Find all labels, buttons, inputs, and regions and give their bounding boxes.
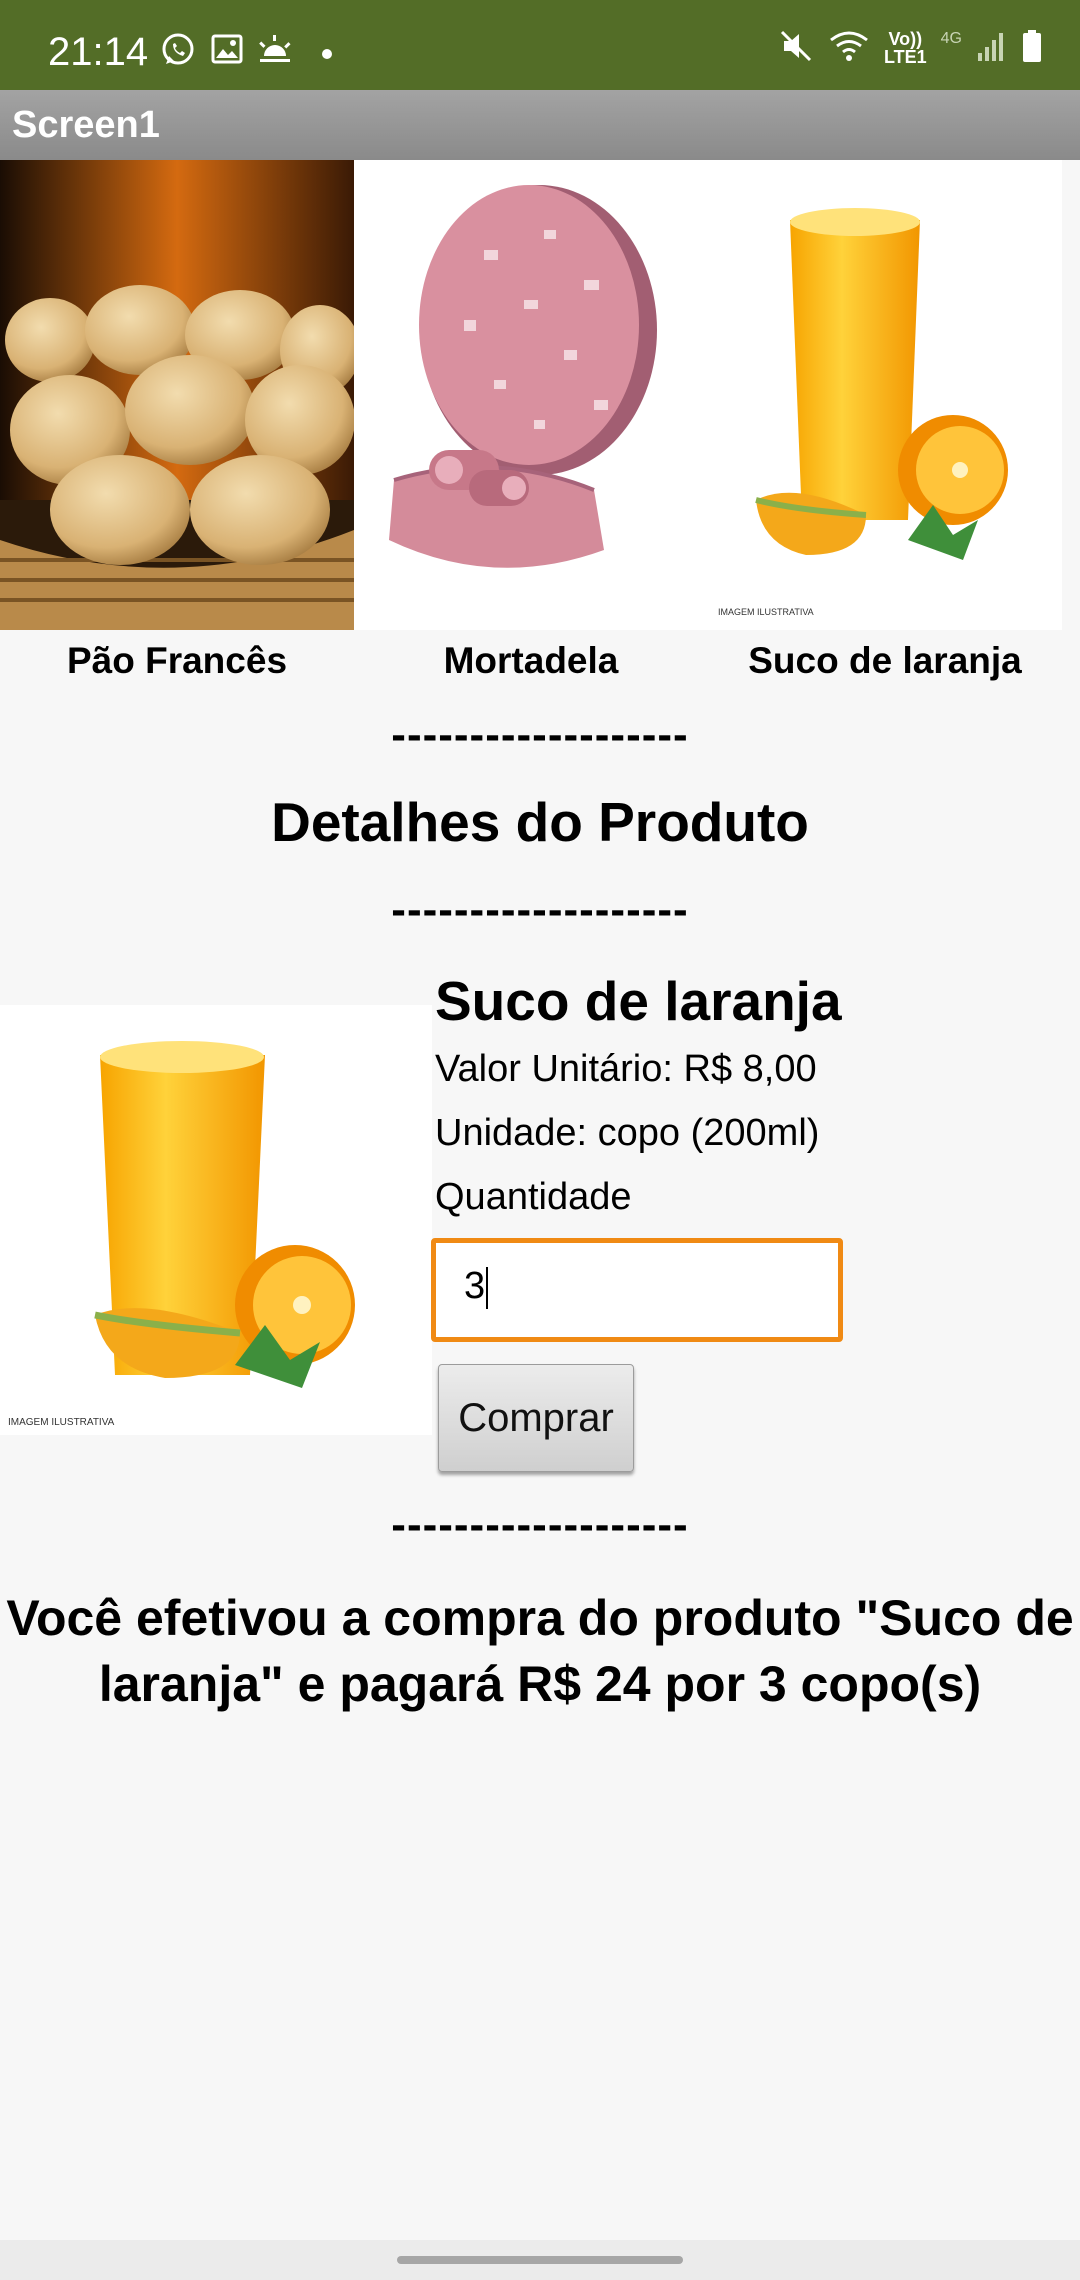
home-gesture-handle[interactable] — [397, 2256, 683, 2264]
network-label: Vo)) LTE1 — [883, 29, 927, 67]
dot-icon — [322, 46, 332, 64]
status-bar: 21:14 Vo)) LTE1 4G — [0, 0, 1080, 90]
mute-icon — [778, 28, 814, 69]
text-cursor — [486, 1266, 489, 1309]
product-name-suco: Suco de laranja — [748, 640, 1022, 681]
separator-bottom: ------------------- — [391, 1500, 689, 1549]
status-time: 21:14 — [48, 30, 149, 74]
section-title: Detalhes do Produto — [271, 791, 809, 853]
signal-icon — [976, 29, 1006, 68]
wifi-icon — [828, 28, 870, 69]
detail-unit-price: Valor Unitário: R$ 8,00 — [435, 1048, 817, 1090]
orange-juice-image[interactable]: IMAGEM ILUSTRATIVA — [708, 160, 1062, 630]
whatsapp-icon — [160, 32, 196, 73]
quantity-input[interactable]: 3 — [431, 1238, 843, 1342]
separator-top: ------------------- — [391, 710, 689, 759]
separator-middle: ------------------- — [391, 885, 689, 934]
bread-image[interactable] — [0, 160, 354, 630]
screen-title: Screen1 — [12, 104, 160, 146]
purchase-result-message: Você efetivou a compra do produto "Suco … — [6, 1590, 1074, 1712]
product-name-mortadela: Mortadela — [443, 640, 619, 681]
network-type: 4G — [940, 30, 962, 47]
product-names-row: Pão Francês Mortadela Suco de laranja — [0, 640, 1080, 690]
detail-unit: Unidade: copo (200ml) — [435, 1112, 820, 1154]
title-bar: Screen1 — [0, 90, 1080, 160]
product-images-row: IMAGEM ILUSTRATIVA — [0, 160, 1080, 630]
detail-product-name: Suco de laranja — [435, 970, 842, 1032]
quantity-label: Quantidade — [435, 1176, 632, 1218]
product-details: Suco de laranja Valor Unitário: R$ 8,00 … — [435, 965, 1055, 1229]
product-name-pao: Pão Francês — [66, 640, 288, 681]
buy-button[interactable]: Comprar — [438, 1364, 634, 1472]
gallery-icon — [210, 32, 244, 71]
mortadella-image[interactable] — [354, 160, 708, 630]
quantity-value: 3 — [464, 1265, 486, 1307]
weather-icon — [256, 32, 294, 71]
navigation-bar — [0, 2240, 1080, 2280]
image-caption: IMAGEM ILUSTRATIVA — [8, 1417, 115, 1428]
svg-text:IMAGEM ILUSTRATIVA: IMAGEM ILUSTRATIVA — [718, 607, 814, 617]
battery-icon — [1020, 28, 1044, 69]
detail-product-image: IMAGEM ILUSTRATIVA — [0, 1005, 432, 1435]
